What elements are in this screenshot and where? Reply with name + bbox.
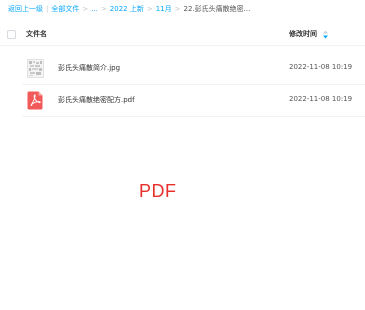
column-header-modified-time-label: 修改时间	[289, 30, 317, 38]
breadcrumb-divider: |	[46, 5, 49, 13]
column-header-filename[interactable]: 文件名	[26, 29, 47, 39]
back-link[interactable]: 返回上一级	[8, 3, 43, 15]
breadcrumb-separator: >	[82, 5, 89, 13]
breadcrumb-2022-new[interactable]: 2022 上新	[110, 3, 144, 15]
breadcrumb-separator: >	[174, 5, 181, 13]
breadcrumb-all-files[interactable]: 全部文件	[51, 3, 79, 15]
breadcrumb-ellipsis[interactable]: ...	[91, 3, 98, 15]
file-list-header: 文件名 修改时间	[0, 27, 365, 46]
breadcrumb: 返回上一级 | 全部文件 > ... > 2022 上新 > 11月 > 22.…	[8, 3, 250, 15]
pdf-file-icon	[27, 91, 43, 110]
breadcrumb-separator: >	[146, 5, 153, 13]
file-row[interactable]: 彭氏头痛散简介.jpg 2022-11-08 10:19	[22, 53, 365, 85]
pdf-preview-label: PDF	[139, 181, 177, 201]
file-modified-time: 2022-11-08 10:19	[289, 95, 353, 103]
file-modified-time: 2022-11-08 10:19	[289, 63, 353, 71]
image-thumbnail-icon	[27, 59, 44, 78]
file-name[interactable]: 彭氏头痛散绝密配方.pdf	[58, 95, 135, 105]
breadcrumb-current-folder: 22.彭氏头痛散绝密...	[183, 5, 251, 13]
sort-descending-icon[interactable]	[322, 30, 329, 39]
select-all-checkbox[interactable]	[7, 30, 16, 39]
breadcrumb-november[interactable]: 11月	[156, 3, 172, 15]
file-name[interactable]: 彭氏头痛散简介.jpg	[58, 63, 120, 73]
file-row[interactable]: 彭氏头痛散绝密配方.pdf 2022-11-08 10:19	[22, 85, 365, 117]
column-header-modified-time[interactable]: 修改时间	[289, 29, 329, 39]
breadcrumb-separator: >	[100, 5, 107, 13]
